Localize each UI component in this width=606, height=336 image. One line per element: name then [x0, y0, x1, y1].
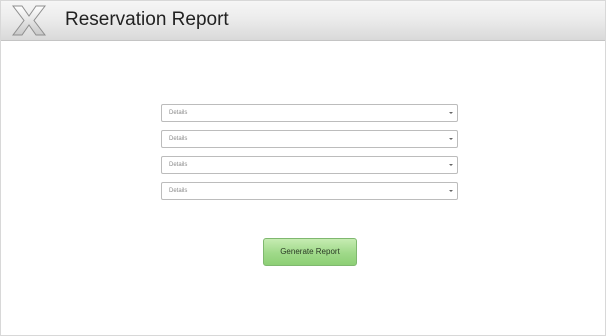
chevron-down-icon: [449, 138, 453, 140]
details-select-2[interactable]: Details: [161, 130, 458, 148]
details-select-3[interactable]: Details: [161, 156, 458, 174]
details-select-1[interactable]: Details: [161, 104, 458, 122]
select-value: Details: [169, 136, 188, 142]
chevron-down-icon: [449, 190, 453, 192]
chevron-down-icon: [449, 164, 453, 166]
details-select-4[interactable]: Details: [161, 182, 458, 200]
title-bar: Reservation Report: [1, 1, 605, 41]
select-value: Details: [169, 110, 188, 116]
chevron-down-icon: [449, 112, 453, 114]
select-value: Details: [169, 162, 188, 168]
x-logo-icon: [12, 5, 46, 36]
generate-report-button[interactable]: Generate Report: [263, 238, 357, 266]
report-filters: Details Details Details Details: [161, 104, 458, 208]
select-value: Details: [169, 188, 188, 194]
page-title: Reservation Report: [65, 9, 229, 30]
app-window: Reservation Report Details Details Detai…: [0, 0, 606, 336]
